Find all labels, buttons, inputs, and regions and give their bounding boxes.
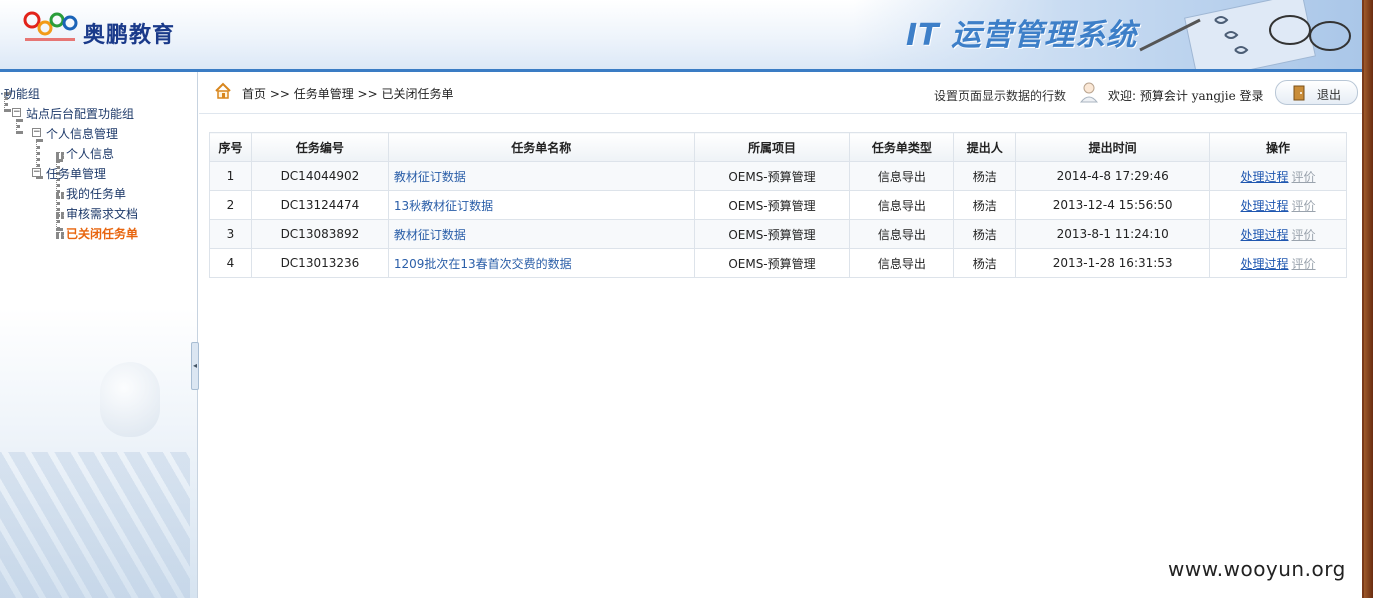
cell-project: OEMS-预算管理 [693,161,851,191]
chevron-left-icon: ◂ [193,361,198,370]
cell-code: DC14044902 [250,161,389,191]
desk-decoration-icon [1139,0,1351,69]
rows-per-page-setting-link[interactable]: 设置页面显示数据的行数 [934,87,1066,104]
welcome-text: 欢迎: 预算会计 yangjie 登录 [1108,87,1264,104]
cell-task-name-link[interactable]: 1209批次在13春首次交费的数据 [387,248,695,278]
cell-submitter: 杨洁 [953,248,1017,278]
cell-type: 信息导出 [849,219,955,249]
cell-submitter: 杨洁 [953,219,1017,249]
breadcrumb[interactable]: 首页 >> 任务单管理 >> 已关闭任务单 [242,85,453,102]
evaluate-link[interactable]: 评价 [1292,170,1316,184]
process-link[interactable]: 处理过程 [1241,257,1289,271]
cell-project: OEMS-预算管理 [693,190,851,220]
door-exit-icon [1293,85,1305,101]
cell-time: 2014-4-8 17:29:46 [1015,161,1211,191]
evaluate-link[interactable]: 评价 [1292,257,1316,271]
cell-task-name-link[interactable]: 教材征订数据 [387,219,695,249]
cell-submitter: 杨洁 [953,190,1017,220]
cell-ops: 处理过程 评价 [1209,248,1347,278]
app-header: 奥鹏教育 IT 运营管理系统 [0,0,1373,72]
tree-item-task-mgmt[interactable]: 任务单管理 [46,165,106,182]
col-header-code: 任务编号 [250,132,389,162]
evaluate-link[interactable]: 评价 [1292,228,1316,242]
tree-root[interactable]: ·功能组 [0,85,40,102]
collapse-icon[interactable]: − [32,128,41,137]
user-avatar-icon [1079,82,1099,103]
cell-code: DC13124474 [250,190,389,220]
table-row: 2 DC13124474 13秋教材征订数据 OEMS-预算管理 信息导出 杨洁… [209,190,1347,220]
welcome-suffix: 登录 [1239,89,1264,103]
cell-type: 信息导出 [849,161,955,191]
col-header-time: 提出时间 [1015,132,1211,162]
evaluate-link[interactable]: 评价 [1292,199,1316,213]
welcome-prefix: 欢迎: 预算会计 [1108,89,1188,103]
table-row: 4 DC13013236 1209批次在13春首次交费的数据 OEMS-预算管理… [209,248,1347,278]
tree-item-review-docs[interactable]: 审核需求文档 [66,205,138,222]
cell-time: 2013-1-28 16:31:53 [1015,248,1211,278]
home-icon[interactable] [214,82,232,100]
cell-ops: 处理过程 评价 [1209,161,1347,191]
cell-type: 信息导出 [849,248,955,278]
cell-code: DC13013236 [250,248,389,278]
keyboard-decoration [0,452,190,598]
cell-time: 2013-8-1 11:24:10 [1015,219,1211,249]
col-header-ops: 操作 [1209,132,1347,162]
tree-item-personal-mgmt[interactable]: 个人信息管理 [46,125,118,142]
collapse-icon[interactable]: − [32,168,41,177]
sidebar-collapse-handle[interactable]: ◂ [191,342,199,390]
sidebar-tree: ·功能组 − 站点后台配置功能组 − 个人信息管理 个人信息 − 任务单管理 我… [0,72,198,598]
closed-task-table: 序号 任务编号 任务单名称 所属项目 任务单类型 提出人 提出时间 操作 1 D… [209,132,1347,278]
cell-task-name-link[interactable]: 教材征订数据 [387,161,695,191]
process-link[interactable]: 处理过程 [1241,170,1289,184]
cell-no: 3 [209,219,252,249]
cell-submitter: 杨洁 [953,161,1017,191]
logout-button[interactable]: 退出 [1275,80,1358,105]
col-header-no: 序号 [209,132,252,162]
logout-label: 退出 [1317,88,1342,102]
tree-item-my-tasks[interactable]: 我的任务单 [66,185,126,202]
table-header-row: 序号 任务编号 任务单名称 所属项目 任务单类型 提出人 提出时间 操作 [209,132,1347,162]
cell-no: 2 [209,190,252,220]
cell-project: OEMS-预算管理 [693,219,851,249]
username: yangjie [1191,89,1236,103]
cell-task-name-link[interactable]: 13秋教材征订数据 [387,190,695,220]
col-header-name: 任务单名称 [387,132,695,162]
cell-time: 2013-12-4 15:56:50 [1015,190,1211,220]
tree-item-site-config[interactable]: 站点后台配置功能组 [26,105,134,122]
system-title: IT 运营管理系统 [906,18,1138,53]
logo-text: 奥鹏教育 [83,23,176,48]
cell-no: 1 [209,161,252,191]
mouse-decoration [100,362,160,437]
table-row: 3 DC13083892 教材征订数据 OEMS-预算管理 信息导出 杨洁 20… [209,219,1347,249]
breadcrumb-bar: 首页 >> 任务单管理 >> 已关闭任务单 设置页面显示数据的行数 欢迎: 预算… [199,72,1362,114]
col-header-project: 所属项目 [693,132,851,162]
table-row: 1 DC14044902 教材征订数据 OEMS-预算管理 信息导出 杨洁 20… [209,161,1347,191]
cell-no: 4 [209,248,252,278]
cell-code: DC13083892 [250,219,389,249]
cell-project: OEMS-预算管理 [693,248,851,278]
window-edge [1362,0,1373,598]
process-link[interactable]: 处理过程 [1241,228,1289,242]
col-header-type: 任务单类型 [849,132,955,162]
cell-ops: 处理过程 评价 [1209,219,1347,249]
tree-item-personal-info[interactable]: 个人信息 [66,145,114,162]
process-link[interactable]: 处理过程 [1241,199,1289,213]
tree-item-closed-tasks[interactable]: 已关闭任务单 [66,225,138,242]
cell-ops: 处理过程 评价 [1209,190,1347,220]
collapse-icon[interactable]: − [12,108,21,117]
cell-type: 信息导出 [849,190,955,220]
watermark: www.wooyun.org [1168,557,1346,581]
col-header-submitter: 提出人 [953,132,1017,162]
